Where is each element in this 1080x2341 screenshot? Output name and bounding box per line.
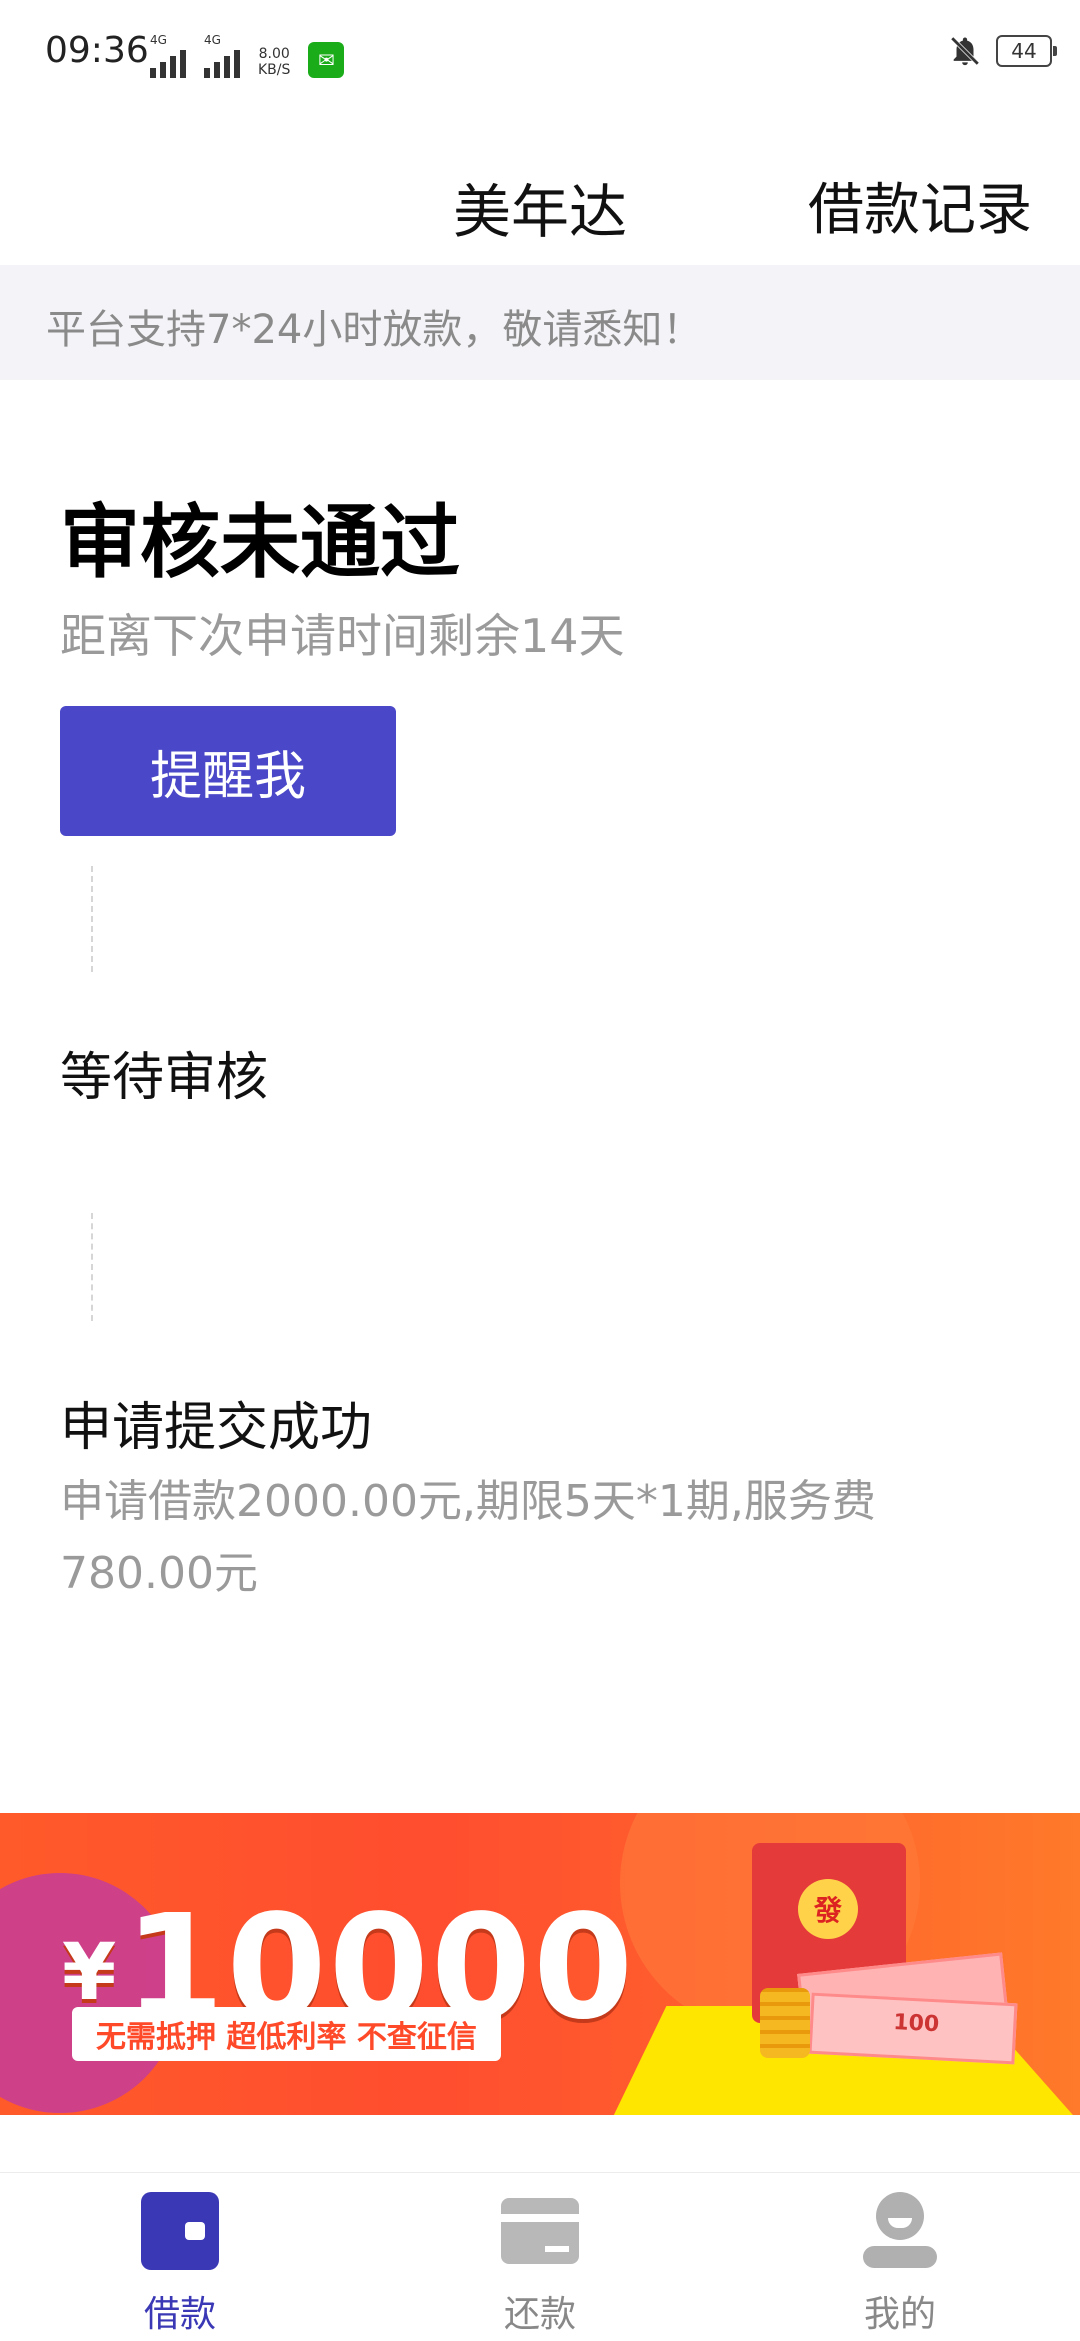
sim1-label: 4G — [150, 33, 167, 47]
notice-bar: 平台支持7*24小时放款，敬请悉知！ — [0, 265, 1080, 380]
sim2-signal-icon: 4G — [204, 34, 240, 78]
currency-symbol: ¥ — [62, 1928, 119, 2018]
nav-item-repay[interactable]: 还款 — [360, 2173, 720, 2341]
review-status-title: 审核未通过 — [60, 496, 460, 589]
status-time: 09:36 — [45, 30, 149, 71]
wallet-icon — [141, 2192, 219, 2270]
cash-label: 100 — [892, 2009, 940, 2038]
wechat-icon: ✉ — [308, 42, 345, 78]
coin-stack-icon — [760, 1988, 810, 2058]
loan-records-link[interactable]: 借款记录 — [808, 165, 1032, 246]
promo-banner[interactable]: 發 100 ¥10000 无需抵押 超低利率 不查征信 — [0, 1813, 1080, 2115]
nav-label-mine: 我的 — [863, 2294, 936, 2335]
remind-me-button[interactable]: 提醒我 — [60, 706, 396, 836]
timeline-connector — [91, 866, 93, 972]
app-header: 美年达 借款记录 — [0, 105, 1080, 265]
battery-level: 44 — [1011, 39, 1037, 63]
timeline-connector — [91, 1213, 93, 1321]
net-speed: 8.00 KB/S — [258, 46, 290, 78]
sim2-label: 4G — [204, 33, 221, 47]
notice-text: 平台支持7*24小时放款，敬请悉知！ — [46, 307, 703, 353]
step-application-submitted: 申请提交成功 — [60, 1398, 373, 1458]
battery-icon: 44 — [996, 35, 1057, 67]
nav-item-mine[interactable]: 我的 — [720, 2173, 1080, 2341]
banner-tagline: 无需抵押 超低利率 不查征信 — [72, 2007, 501, 2061]
mute-bell-icon — [950, 36, 980, 66]
cash-stack-icon: 100 — [808, 1992, 1018, 2065]
net-speed-unit: KB/S — [258, 62, 291, 78]
network-indicators: 4G 4G 8.00 KB/S ✉ — [150, 34, 345, 78]
sim1-signal-icon: 4G — [150, 34, 186, 78]
envelope-seal: 發 — [798, 1879, 858, 1939]
nav-label-repay: 还款 — [503, 2294, 576, 2335]
nav-label-borrow: 借款 — [143, 2294, 216, 2335]
review-status-subtitle: 距离下次申请时间剩余14天 — [60, 609, 625, 663]
status-right: 44 — [948, 34, 1057, 68]
nav-item-borrow[interactable]: 借款 — [0, 2173, 360, 2341]
user-icon — [861, 2192, 939, 2270]
card-icon — [501, 2198, 579, 2264]
step-waiting-review: 等待审核 — [60, 1048, 269, 1108]
bottom-nav: 借款 还款 我的 — [0, 2172, 1080, 2341]
application-detail: 申请借款2000.00元,期限5天*1期,服务费780.00元 — [60, 1476, 876, 1599]
net-speed-value: 8.00 — [258, 46, 290, 62]
status-bar: 09:36 4G 4G 8.00 KB/S ✉ 44 — [0, 0, 1080, 105]
